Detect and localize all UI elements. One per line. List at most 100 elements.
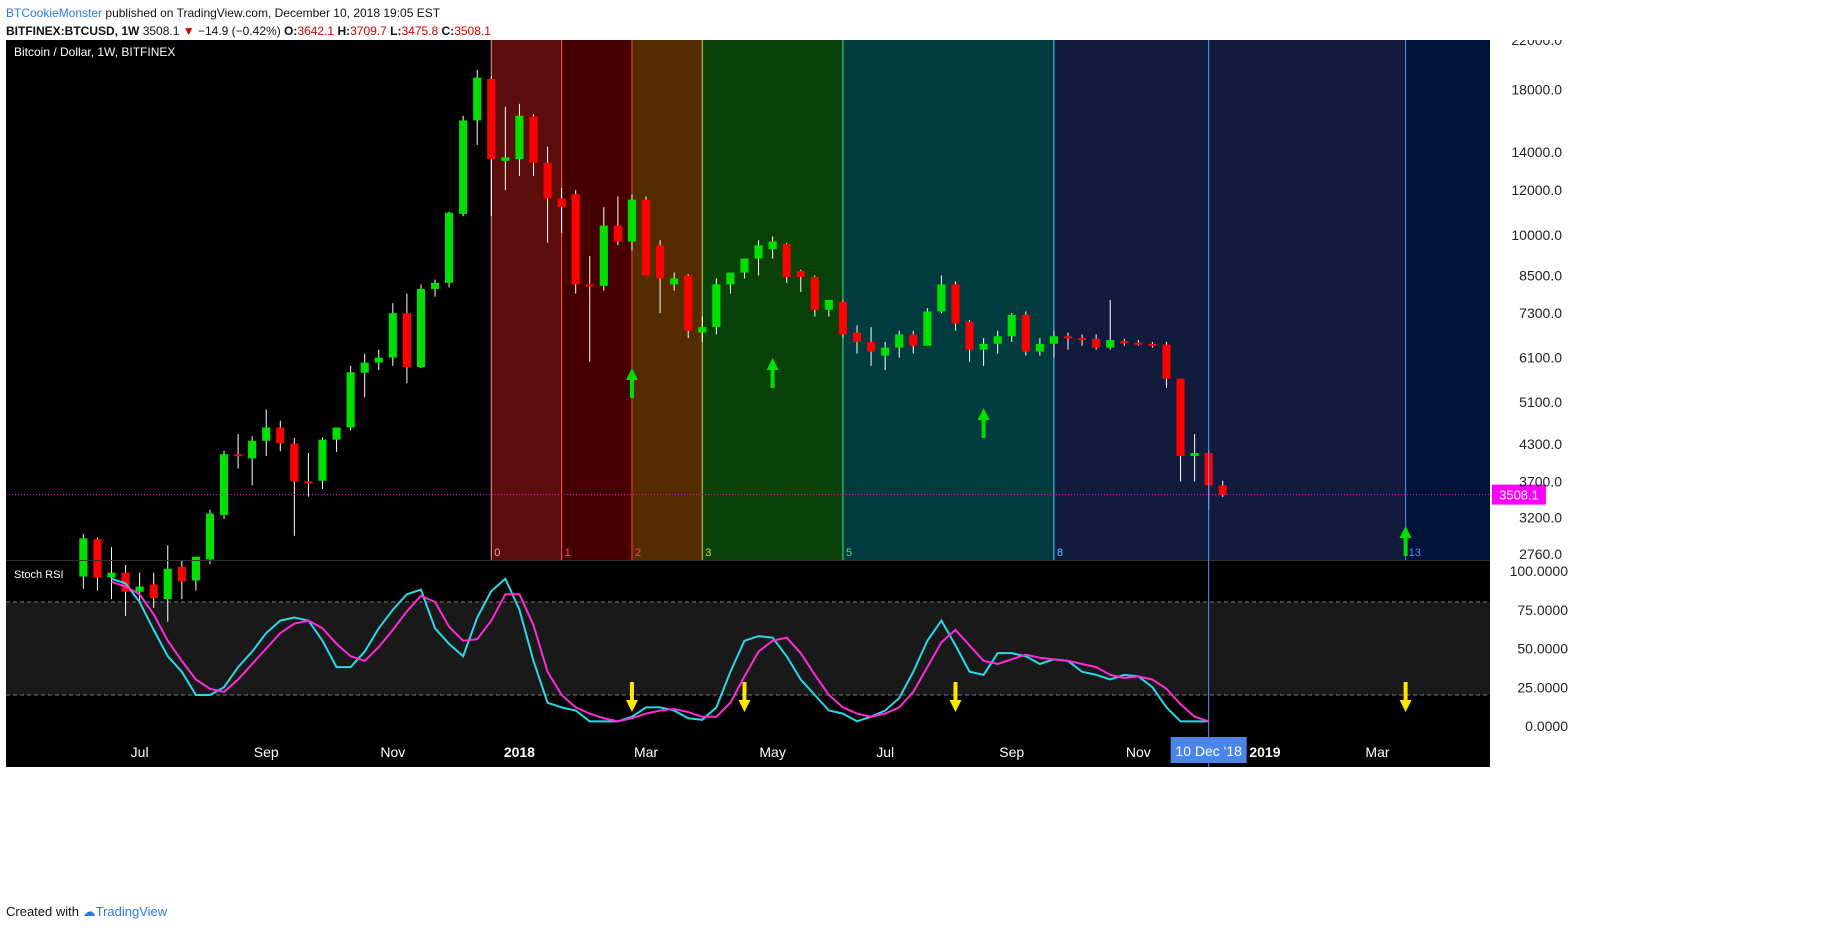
candle-body <box>1063 336 1073 339</box>
stoch-tick-label: 50.0000 <box>1517 641 1568 657</box>
candle-body <box>838 301 848 335</box>
chart-title: Bitcoin / Dollar, 1W, BITFINEX <box>14 45 175 59</box>
candle-body <box>332 427 341 440</box>
price-tick-label: 14000.0 <box>1511 144 1562 160</box>
candle-body <box>473 77 482 121</box>
stoch-title: Stoch RSI <box>14 569 64 581</box>
time-tick-label: 2018 <box>504 744 535 760</box>
candle-body <box>557 198 566 208</box>
candle-body <box>276 427 285 444</box>
fib-label-3: 3 <box>705 547 711 559</box>
price-tick-label: 12000.0 <box>1511 182 1562 198</box>
candle-body <box>782 244 791 277</box>
time-tick-label: Nov <box>380 744 405 760</box>
candle-body <box>867 341 876 352</box>
candle-body <box>149 584 158 599</box>
candle-body <box>1106 340 1115 348</box>
candle-body <box>1176 378 1185 457</box>
candle-body <box>684 275 693 331</box>
candle-body <box>641 199 651 276</box>
candle-body <box>627 199 637 242</box>
time-tick-label: Mar <box>634 744 658 760</box>
tradingview-logo-icon[interactable]: ☁ <box>83 904 96 919</box>
author-link[interactable]: BTCookieMonster <box>6 6 102 20</box>
price-tick-label: 22000.0 <box>1511 40 1562 48</box>
candle-body <box>304 481 313 484</box>
candle-body <box>810 276 819 310</box>
candle-body <box>1120 341 1129 344</box>
ohlc-header: BITFINEX:BTCUSD, 1W 3508.1 ▼ −14.9 (−0.4… <box>6 24 491 38</box>
candle-body <box>402 313 411 368</box>
fib-label-13: 13 <box>1409 547 1421 559</box>
candle-body <box>388 313 397 358</box>
candle-body <box>430 282 440 289</box>
candle-body <box>543 162 552 199</box>
candle-body <box>613 225 622 242</box>
change-value: −14.9 (−0.42%) <box>197 24 281 38</box>
high-value: 3709.7 <box>350 24 387 38</box>
fib-zone-3 <box>702 40 843 560</box>
candle-body <box>670 278 679 285</box>
price-tick-label: 18000.0 <box>1511 82 1562 98</box>
time-tick-label: Jul <box>876 744 894 760</box>
candle-body <box>135 586 144 592</box>
candle-body <box>416 288 426 368</box>
candle-body <box>529 116 538 163</box>
candle-body <box>374 357 383 363</box>
candle-body <box>360 362 369 373</box>
price-tick-label: 10000.0 <box>1511 227 1562 243</box>
candle-body <box>1162 344 1171 379</box>
low-label: L: <box>390 24 402 38</box>
candle-body <box>346 372 355 428</box>
price-tick-label: 5100.0 <box>1519 394 1562 410</box>
time-tick-label: Mar <box>1365 744 1389 760</box>
candle-body <box>93 539 102 578</box>
candle-body <box>501 157 510 161</box>
publish-info: BTCookieMonster published on TradingView… <box>6 6 440 20</box>
time-tick-label: Sep <box>254 744 279 760</box>
candle-body <box>698 327 707 333</box>
time-tick-label: Sep <box>999 744 1024 760</box>
candle-body <box>248 440 257 459</box>
stoch-tick-label: 75.0000 <box>1517 602 1568 618</box>
time-tick-label: May <box>759 744 785 760</box>
candle-body <box>599 225 608 286</box>
time-tick-label: Jul <box>131 744 149 760</box>
candle-body <box>796 271 805 277</box>
candle-body <box>951 284 960 324</box>
candle-body <box>1092 338 1101 348</box>
close-label: C: <box>441 24 455 38</box>
candle-body <box>1190 453 1199 457</box>
fib-zone-5 <box>842 40 1054 560</box>
chart-area[interactable]: 0 1 2 3 5 8 13 3508.1 22000.0 18000.0 14000.0 12000… <box>0 40 1828 900</box>
candle-body <box>571 194 580 285</box>
candle-body <box>895 334 904 348</box>
open-label: O: <box>284 24 298 38</box>
fib-label-5: 5 <box>846 547 852 559</box>
price-tick-label: 8500.0 <box>1519 267 1562 283</box>
candle-body <box>656 245 665 279</box>
price-tick-label: 6100.0 <box>1519 350 1562 366</box>
candle-body <box>177 566 186 582</box>
change-arrow-icon: ▼ <box>182 24 195 38</box>
candle-body <box>234 454 243 457</box>
time-tick-label: Nov <box>1126 744 1151 760</box>
candle-body <box>979 343 988 350</box>
tradingview-link[interactable]: TradingView <box>96 904 168 919</box>
candle-body <box>318 439 327 481</box>
price-tick-label: 4300.0 <box>1519 436 1562 452</box>
candle-body <box>262 427 271 441</box>
price-tick-label: 2760.0 <box>1519 546 1562 562</box>
fib-zone-8 <box>1053 40 1406 560</box>
candle-body <box>459 120 468 214</box>
stoch-tick-label: 25.0000 <box>1517 679 1568 695</box>
candle-body <box>1077 338 1087 341</box>
candle-body <box>515 115 524 160</box>
symbol-label: BITFINEX:BTCUSD, 1W <box>6 24 140 38</box>
fib-label-8: 8 <box>1057 547 1063 559</box>
stoch-tick-label: 100.0000 <box>1510 563 1569 579</box>
candle-body <box>909 334 918 346</box>
candle-body <box>219 454 229 516</box>
candle-body <box>726 272 735 285</box>
fib-label-1: 1 <box>565 547 571 559</box>
